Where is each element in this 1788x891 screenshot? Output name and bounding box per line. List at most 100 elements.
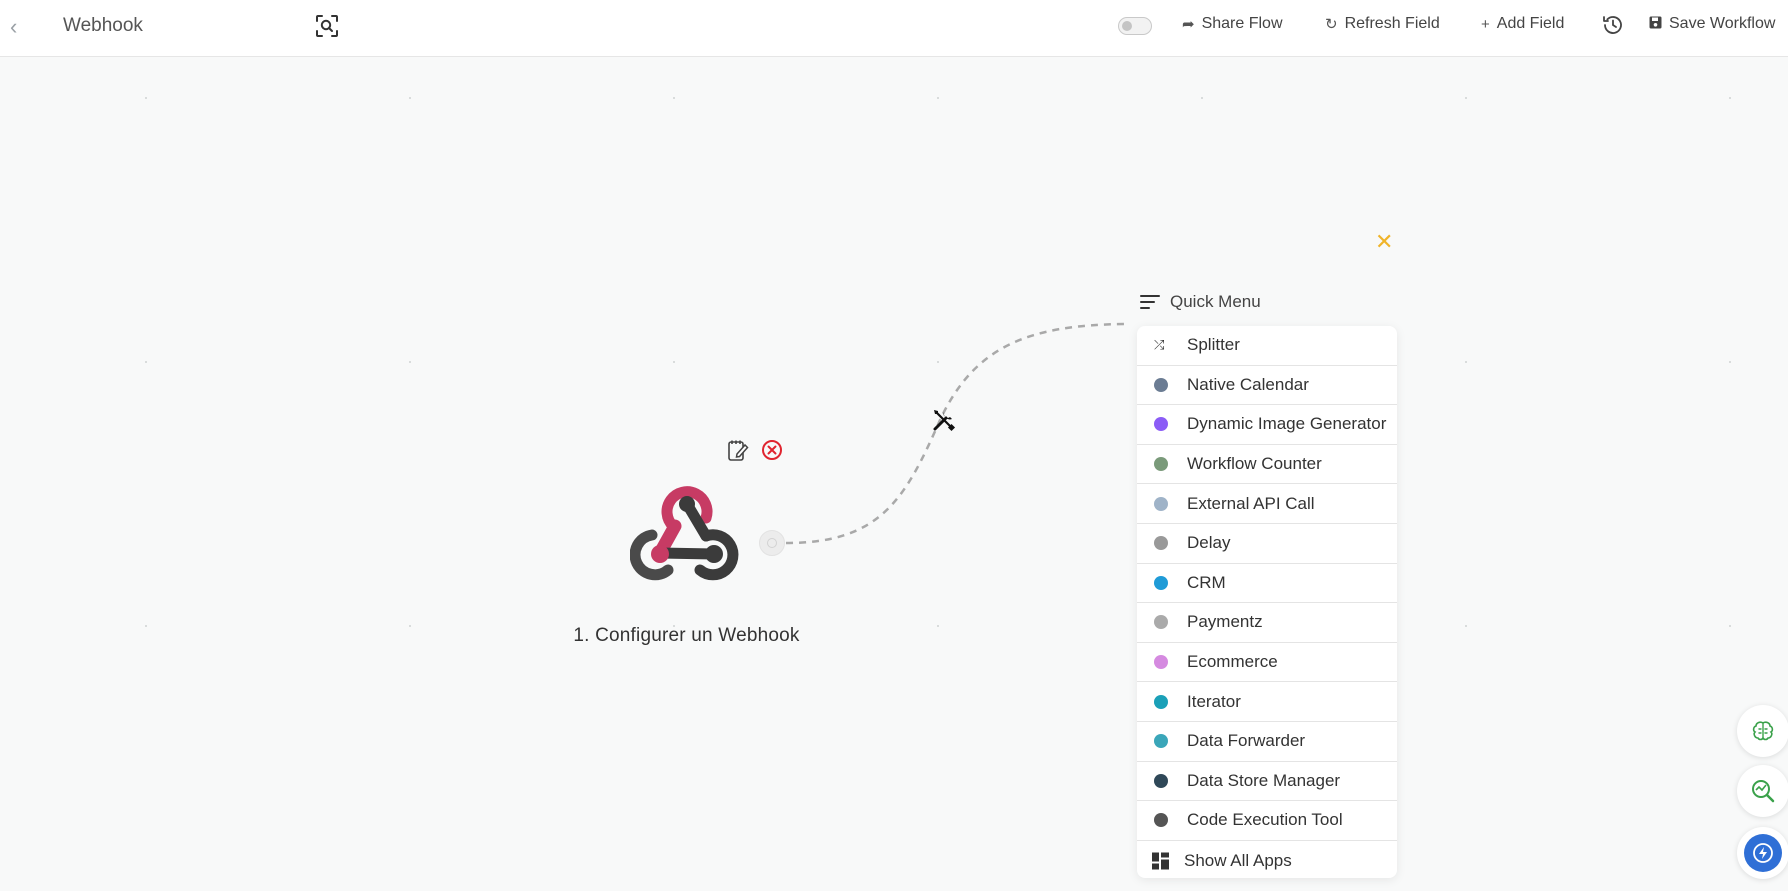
add-field-button[interactable]: + Add Field xyxy=(1481,15,1564,33)
quick-menu-item[interactable]: Dynamic Image Generator xyxy=(1137,405,1397,445)
grid-dot xyxy=(937,97,939,99)
grid-dot xyxy=(409,97,411,99)
webhook-node[interactable] xyxy=(629,478,745,582)
quick-menu-close-button[interactable]: ✕ xyxy=(1375,231,1395,253)
zoom-search-icon xyxy=(1752,780,1775,803)
iterator-icon xyxy=(1154,694,1168,709)
share-flow-label: Share Flow xyxy=(1201,15,1283,32)
quick-menu-item-label: Delay xyxy=(1187,533,1231,553)
quick-menu-item-label: Iterator xyxy=(1187,691,1241,711)
plus-icon: + xyxy=(1481,15,1490,33)
save-workflow-button[interactable]: Save Workflow xyxy=(1649,15,1775,33)
refresh-field-label: Refresh Field xyxy=(1344,15,1440,32)
quick-menu-item-label: Paymentz xyxy=(1187,612,1263,632)
grid-dot xyxy=(145,361,147,363)
grid-dot xyxy=(1201,97,1203,99)
quick-menu-item-label: Code Execution Tool xyxy=(1187,810,1343,830)
show-all-apps-label: Show All Apps xyxy=(1184,850,1292,870)
history-button[interactable] xyxy=(1601,13,1625,37)
grid-dot xyxy=(1465,361,1467,363)
draft-toggle[interactable] xyxy=(1118,17,1152,35)
quick-menu-item[interactable]: ⤮ Splitter xyxy=(1137,326,1397,366)
ai-assistant-button[interactable] xyxy=(1737,705,1788,757)
quick-menu-item[interactable]: Data Forwarder xyxy=(1137,722,1397,762)
calendar-app-icon xyxy=(1154,377,1168,392)
grid-dot xyxy=(1465,97,1467,99)
grid-dot xyxy=(1729,625,1731,627)
quick-menu-item[interactable]: Native Calendar xyxy=(1137,366,1397,406)
quick-menu-item-label: Splitter xyxy=(1187,335,1240,355)
grid-dot xyxy=(1729,361,1731,363)
lightning-badge xyxy=(1744,834,1782,872)
grid-dot xyxy=(1465,625,1467,627)
node-edit-button[interactable] xyxy=(727,438,749,462)
quick-menu-item[interactable]: Ecommerce xyxy=(1137,643,1397,683)
quick-menu-item[interactable]: Code Execution Tool xyxy=(1137,801,1397,841)
grid-dot xyxy=(145,625,147,627)
top-bar: ‹ Webhook ➦ Share Flow ↻ Refresh Field +… xyxy=(0,0,1788,57)
quick-menu-item[interactable]: Iterator xyxy=(1137,682,1397,722)
quick-menu-item[interactable]: External API Call xyxy=(1137,484,1397,524)
search-icon xyxy=(316,15,338,37)
payment-icon xyxy=(1154,615,1168,630)
grid-dot xyxy=(409,361,411,363)
quick-menu-panel: ⤮ Splitter Native Calendar Dynamic Image Ge… xyxy=(1137,326,1397,878)
grid-dot xyxy=(937,361,939,363)
grid-dot xyxy=(937,625,939,627)
close-circle-icon xyxy=(762,440,782,460)
canvas-search-button[interactable] xyxy=(313,12,341,40)
back-chevron-icon[interactable]: ‹ xyxy=(10,14,32,40)
quick-menu-item-label: Dynamic Image Generator xyxy=(1187,414,1387,434)
dashboard-grid-icon xyxy=(1152,852,1169,870)
brain-icon xyxy=(1752,721,1774,741)
quick-menu-item[interactable]: Paymentz xyxy=(1137,603,1397,643)
quick-menu-item-label: External API Call xyxy=(1187,493,1315,513)
clock-icon xyxy=(1154,536,1168,551)
lightning-icon xyxy=(1753,843,1773,863)
flow-title: Webhook xyxy=(63,15,143,36)
show-all-apps-button[interactable]: Show All Apps xyxy=(1137,841,1397,878)
quick-menu-item-label: Workflow Counter xyxy=(1187,454,1322,474)
node-output-handle[interactable] xyxy=(759,530,785,556)
save-workflow-label: Save Workflow xyxy=(1669,15,1776,32)
shuffle-icon: ⤮ xyxy=(1154,337,1165,353)
grid-dot xyxy=(145,97,147,99)
quick-menu-item-label: Ecommerce xyxy=(1187,652,1278,672)
node-label: 1. Configurer un Webhook xyxy=(573,625,800,646)
tools-icon xyxy=(933,410,956,432)
quick-menu-item-label: Data Forwarder xyxy=(1187,731,1306,751)
image-generator-icon xyxy=(1154,417,1168,432)
forwarder-icon xyxy=(1154,734,1168,749)
gear-icon xyxy=(1154,813,1168,828)
api-icon xyxy=(1154,496,1168,511)
quick-menu-title: Quick Menu xyxy=(1170,292,1261,311)
quick-action-button[interactable] xyxy=(1737,827,1788,879)
counter-icon xyxy=(1154,457,1168,472)
grid-dot xyxy=(409,625,411,627)
webhook-logo-icon xyxy=(629,486,739,581)
menu-lines-icon xyxy=(1140,295,1160,309)
node-delete-button[interactable] xyxy=(761,439,783,461)
refresh-icon: ↻ xyxy=(1325,16,1338,33)
quick-menu-list: ⤮ Splitter Native Calendar Dynamic Image Ge… xyxy=(1137,326,1397,841)
quick-menu-item-label: Native Calendar xyxy=(1187,374,1309,394)
quick-menu-item-label: CRM xyxy=(1187,572,1226,592)
zoom-search-button[interactable] xyxy=(1737,765,1788,817)
grid-dot xyxy=(673,361,675,363)
grid-dot xyxy=(673,97,675,99)
quick-menu-item[interactable]: CRM xyxy=(1137,564,1397,604)
quick-menu-header: Quick Menu xyxy=(1140,292,1261,312)
database-icon xyxy=(1154,773,1168,788)
quick-menu-item[interactable]: Workflow Counter xyxy=(1137,445,1397,485)
quick-menu-item-label: Data Store Manager xyxy=(1187,770,1341,790)
refresh-field-button[interactable]: ↻ Refresh Field xyxy=(1325,15,1440,33)
quick-menu-item[interactable]: Delay xyxy=(1137,524,1397,564)
add-field-label: Add Field xyxy=(1496,15,1565,32)
cart-icon xyxy=(1154,655,1168,670)
quick-menu-item[interactable]: Data Store Manager xyxy=(1137,762,1397,802)
node-connector-line xyxy=(785,322,1126,545)
share-flow-button[interactable]: ➦ Share Flow xyxy=(1182,15,1283,33)
connector-tools-button[interactable] xyxy=(930,406,958,434)
grid-dot xyxy=(1729,97,1731,99)
crm-icon xyxy=(1154,575,1168,590)
